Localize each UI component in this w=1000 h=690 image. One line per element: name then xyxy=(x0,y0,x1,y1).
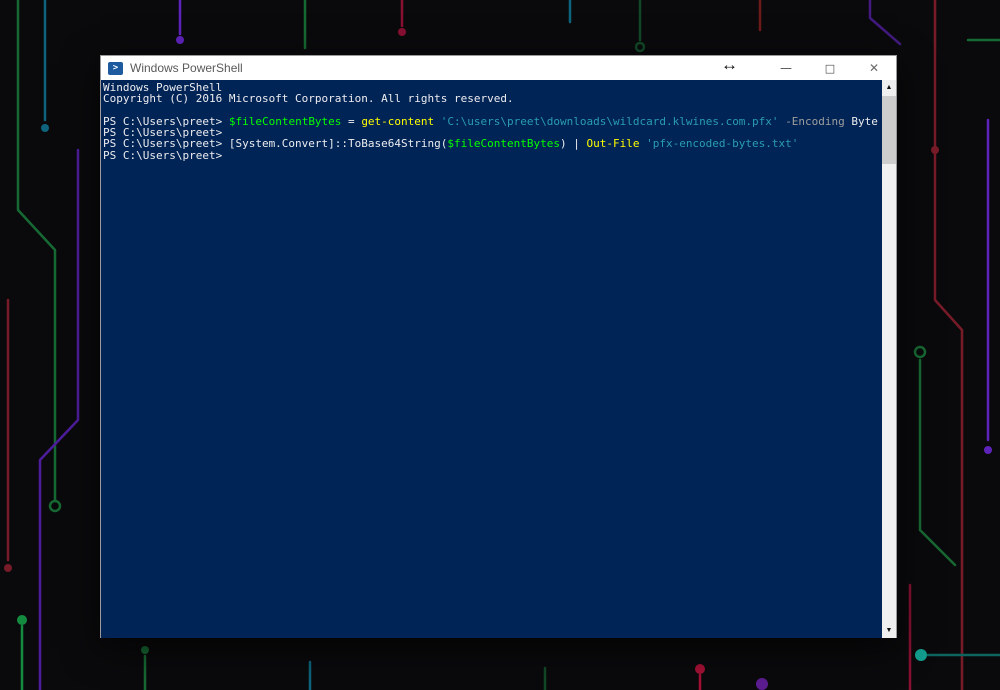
console-text-segment: $fileContentBytes xyxy=(229,115,342,128)
close-button[interactable]: ✕ xyxy=(852,56,896,80)
console-text-segment: Out-File xyxy=(586,137,639,150)
console-text-segment: Copyright (C) 2016 Microsoft Corporation… xyxy=(103,92,514,105)
console-line: Copyright (C) 2016 Microsoft Corporation… xyxy=(103,93,880,104)
maximize-icon: □ xyxy=(825,62,835,75)
console-text-segment: -Encoding xyxy=(785,115,845,128)
scroll-up-button[interactable]: ▲ xyxy=(882,80,896,95)
console-text-segment: PS C:\Users\preet> xyxy=(103,149,222,162)
window-title: Windows PowerShell xyxy=(130,61,243,75)
console-text-segment: $fileContentBytes xyxy=(447,137,560,150)
powershell-icon-glyph: > xyxy=(113,63,118,73)
console-text-segment: 'C:\users\preet\downloads\wildcard.klwin… xyxy=(441,115,779,128)
console-line: PS C:\Users\preet> xyxy=(103,150,880,161)
minimize-icon: — xyxy=(780,61,792,75)
minimize-button[interactable]: — xyxy=(764,56,808,80)
console-text-segment: = xyxy=(341,115,361,128)
maximize-button[interactable]: □ xyxy=(808,56,852,80)
scroll-down-button[interactable]: ▼ xyxy=(882,623,896,638)
caption-buttons: — □ ✕ xyxy=(764,56,896,80)
scroll-thumb[interactable] xyxy=(882,96,896,164)
titlebar[interactable]: > Windows PowerShell ↔ — □ ✕ xyxy=(101,56,896,80)
console-text-segment: 'pfx-encoded-bytes.txt' xyxy=(646,137,798,150)
console-area[interactable]: Windows PowerShellCopyright (C) 2016 Mic… xyxy=(101,80,896,638)
powershell-icon: > xyxy=(108,62,123,75)
close-icon: ✕ xyxy=(869,61,879,75)
console-text-segment xyxy=(434,115,441,128)
console-text-segment: Byte xyxy=(845,115,878,128)
console-text-segment: get-content xyxy=(361,115,434,128)
vertical-scrollbar[interactable]: ▲ ▼ xyxy=(882,80,896,638)
console-output: Windows PowerShellCopyright (C) 2016 Mic… xyxy=(103,82,880,161)
console-text-segment: ) | xyxy=(560,137,587,150)
powershell-window: > Windows PowerShell ↔ — □ ✕ Windows Pow… xyxy=(100,55,897,638)
horizontal-resize-cursor-icon: ↔ xyxy=(721,55,738,75)
